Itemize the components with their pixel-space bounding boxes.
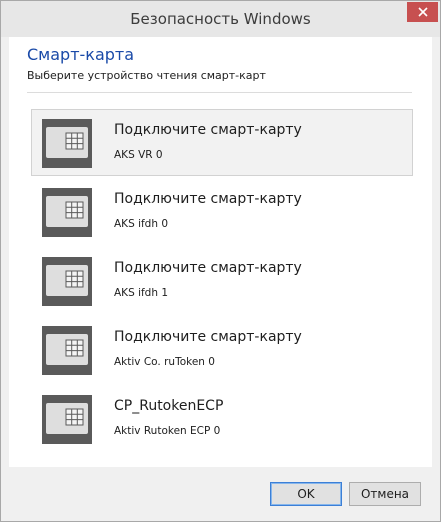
card-reader-item[interactable]: Подключите смарт-карту AKS ifdh 0 xyxy=(31,178,413,245)
title-bar[interactable]: Безопасность Windows xyxy=(1,1,440,37)
close-icon xyxy=(417,7,428,17)
card-reader-name: Aktiv Rutoken ECP 0 xyxy=(114,425,221,437)
smart-card-icon xyxy=(42,326,92,375)
card-reader-title: CP_RutokenECP xyxy=(114,398,224,414)
dialog-subheading: Выберите устройство чтения смарт-карт xyxy=(27,69,266,82)
smart-card-icon xyxy=(42,119,92,168)
close-button[interactable] xyxy=(407,2,438,22)
card-reader-name: AKS VR 0 xyxy=(114,149,163,161)
card-reader-name: AKS ifdh 0 xyxy=(114,218,169,230)
smart-card-icon xyxy=(42,257,92,306)
card-reader-item[interactable]: Подключите смарт-карту AKS VR 0 xyxy=(31,109,413,176)
card-reader-title: Подключите смарт-карту xyxy=(114,122,302,138)
ok-button[interactable]: OK xyxy=(270,482,342,506)
card-reader-title: Подключите смарт-карту xyxy=(114,191,302,207)
card-reader-item[interactable]: Подключите смарт-карту Aktiv Co. ruToken… xyxy=(31,316,413,383)
card-reader-title: Подключите смарт-карту xyxy=(114,260,302,276)
card-reader-title: Подключите смарт-карту xyxy=(114,329,302,345)
divider xyxy=(27,92,412,93)
dialog-content: Смарт-карта Выберите устройство чтения с… xyxy=(9,37,432,467)
smart-card-icon xyxy=(42,395,92,444)
smart-card-icon xyxy=(42,188,92,237)
card-reader-item[interactable]: Подключите смарт-карту AKS ifdh 1 xyxy=(31,247,413,314)
card-reader-name: AKS ifdh 1 xyxy=(114,287,169,299)
dialog-heading: Смарт-карта xyxy=(27,45,135,64)
security-dialog: Безопасность Windows Смарт-карта Выберит… xyxy=(0,0,441,522)
card-reader-item[interactable]: CP_RutokenECP Aktiv Rutoken ECP 0 xyxy=(31,385,413,452)
window-title: Безопасность Windows xyxy=(130,10,311,28)
cancel-button[interactable]: Отмена xyxy=(349,482,421,506)
card-reader-name: Aktiv Co. ruToken 0 xyxy=(114,356,215,368)
